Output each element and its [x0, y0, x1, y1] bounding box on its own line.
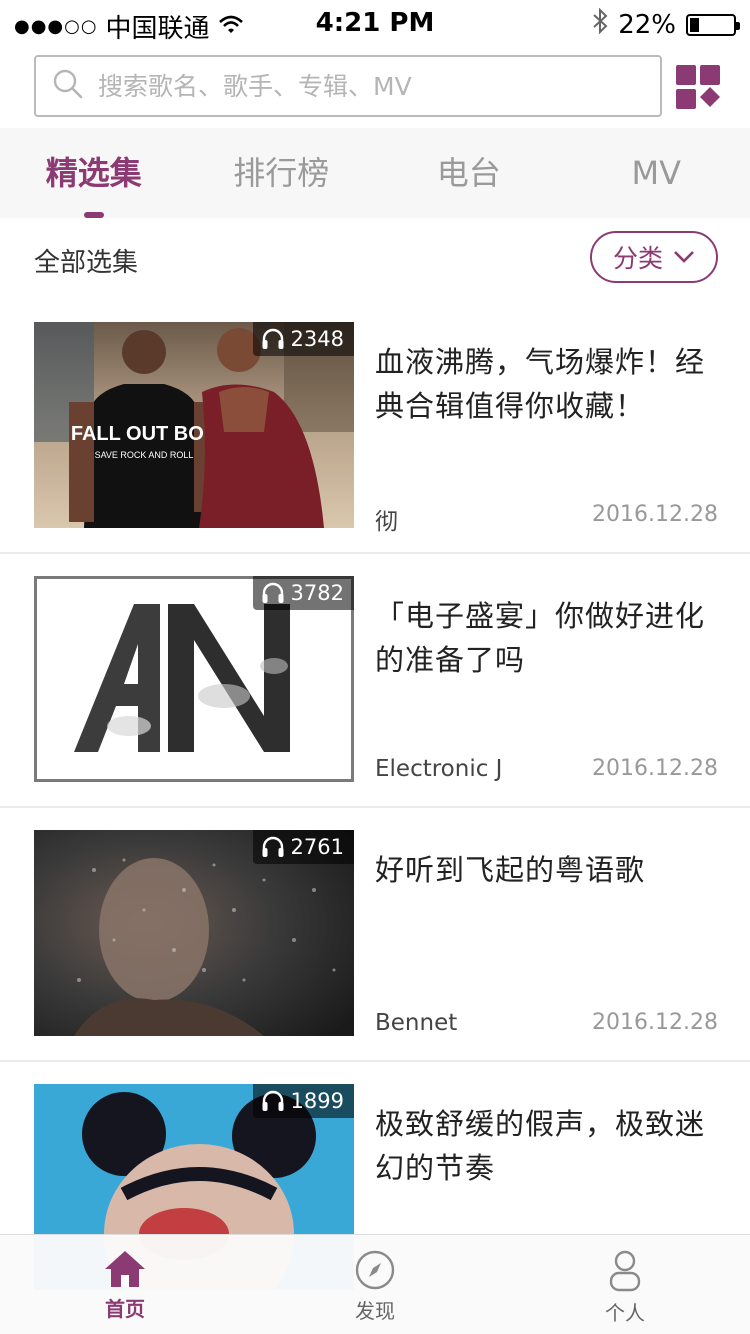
status-bar: ●●●○○ 中国联通 4:21 PM 22% [0, 0, 750, 44]
play-count: 2348 [252, 322, 354, 356]
search-box[interactable] [34, 55, 662, 117]
tabbar-profile[interactable]: 个人 [500, 1235, 750, 1334]
home-icon [105, 1251, 145, 1287]
playlist-date: 2016.12.28 [592, 1010, 718, 1035]
list-item[interactable]: 3782 「电子盛宴」你做好进化的准备了吗 Electronic J 2016.… [0, 554, 750, 808]
playlist-date: 2016.12.28 [592, 502, 718, 527]
tab-mv[interactable]: MV [563, 128, 750, 218]
category-filter-button[interactable]: 分类 [590, 231, 718, 283]
search-input[interactable] [98, 71, 618, 101]
tab-featured[interactable]: 精选集 [0, 128, 188, 218]
list-item[interactable]: 2761 好听到飞起的粤语歌 Bennet 2016.12.28 [0, 808, 750, 1062]
tabbar-home[interactable]: 首页 [0, 1235, 250, 1334]
headphones-icon [262, 582, 284, 603]
list-item[interactable]: FALL OUT BOY SAVE ROCK AND ROLL 2348 血液沸… [0, 300, 750, 554]
playlist-cover[interactable]: 2761 [34, 830, 354, 1036]
search-row [34, 55, 720, 117]
playlist-title: 极致舒缓的假声，极致迷幻的节奏 [375, 1107, 706, 1185]
person-icon [609, 1250, 641, 1292]
battery-icon [686, 13, 740, 36]
headphones-icon [262, 1090, 284, 1111]
playlist-list: FALL OUT BOY SAVE ROCK AND ROLL 2348 血液沸… [0, 300, 750, 1316]
headphones-icon [262, 328, 284, 349]
tab-bar-top: 精选集 排行榜 电台 MV [0, 128, 750, 218]
headphones-icon [262, 836, 284, 857]
playlist-title: 好听到飞起的粤语歌 [375, 853, 646, 887]
category-grid-button[interactable] [676, 65, 720, 109]
play-count: 3782 [252, 576, 354, 610]
category-label: 分类 [612, 244, 663, 273]
playlist-title: 「电子盛宴」你做好进化的准备了吗 [375, 599, 706, 677]
playlist-author: Electronic J [375, 756, 503, 782]
bluetooth-icon [592, 7, 608, 41]
playlist-cover[interactable]: FALL OUT BOY SAVE ROCK AND ROLL 2348 [34, 322, 354, 528]
playlist-cover[interactable]: 3782 [34, 576, 354, 782]
tab-radio[interactable]: 电台 [375, 128, 563, 218]
playlist-date: 2016.12.28 [592, 756, 718, 781]
compass-icon [355, 1250, 395, 1290]
section-title: 全部选集 [34, 248, 139, 278]
play-count: 2761 [252, 830, 354, 864]
section-header: 全部选集 分类 [0, 218, 750, 300]
bottom-tab-bar: 首页 发现 个人 [0, 1234, 750, 1334]
play-count: 1899 [252, 1084, 354, 1118]
svg-text:SAVE ROCK AND ROLL: SAVE ROCK AND ROLL [95, 450, 194, 460]
battery-percent: 22% [618, 9, 676, 40]
app-screen: ●●●○○ 中国联通 4:21 PM 22% 搜索歌名、歌手、专辑、MV 精选集… [0, 0, 750, 1334]
playlist-title: 血液沸腾，气场爆炸！经典合辑值得你收藏！ [375, 345, 706, 423]
search-icon [52, 68, 84, 104]
tabbar-discover[interactable]: 发现 [250, 1235, 500, 1334]
svg-text:FALL OUT BOY: FALL OUT BOY [71, 423, 218, 445]
grid-icon [676, 65, 720, 109]
playlist-author: 彻 [375, 509, 398, 535]
playlist-author: Bennet [375, 1010, 458, 1036]
chevron-down-icon [674, 251, 694, 263]
tab-charts[interactable]: 排行榜 [188, 128, 376, 218]
